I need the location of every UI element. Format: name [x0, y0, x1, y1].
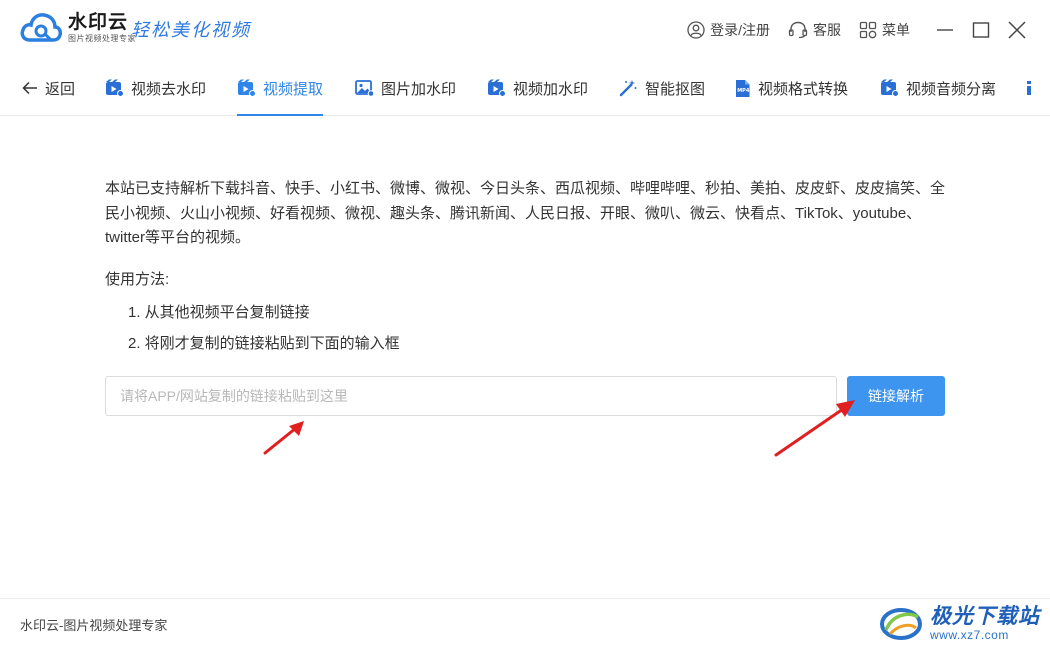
- video-audio-icon: [881, 79, 899, 97]
- usage-step: 1. 从其他视频平台复制链接: [128, 304, 310, 321]
- tab-overflow[interactable]: [1026, 60, 1039, 116]
- magic-wand-icon: [619, 80, 637, 97]
- menu-button[interactable]: 菜单: [859, 20, 910, 40]
- video-clip-icon: [106, 79, 124, 97]
- tab-label: 图片加水印: [381, 80, 457, 98]
- app-subtitle: 图片视频处理专家: [68, 33, 136, 43]
- watermark-url: www.xz7.com: [930, 627, 1009, 642]
- headset-icon: [788, 21, 808, 39]
- tab-video-remove-watermark[interactable]: 视频去水印: [105, 60, 206, 116]
- site-watermark: 极光下载站 www.xz7.com: [878, 599, 1040, 647]
- image-icon: [355, 80, 374, 97]
- footer-text: 水印云-图片视频处理专家: [20, 618, 168, 633]
- title-bar: 水印云 图片视频处理专家 轻松美化视频 登录/注册 客服 菜单: [0, 0, 1050, 60]
- tab-label: 视频去水印: [131, 80, 207, 98]
- video-watermark-icon: [488, 79, 506, 97]
- supported-platforms-text: 本站已支持解析下载抖音、快手、小红书、微博、微视、今日头条、西瓜视频、哔哩哔哩、…: [105, 180, 946, 246]
- arrow-left-icon: [22, 81, 37, 95]
- status-footer: 水印云-图片视频处理专家 极光下载站 www.xz7.com: [0, 598, 1050, 647]
- tab-label: 视频提取: [263, 80, 324, 98]
- tab-video-add-watermark[interactable]: 视频加水印: [487, 60, 588, 116]
- tab-video-extract[interactable]: 视频提取: [237, 60, 324, 116]
- tab-label: 视频加水印: [513, 80, 589, 98]
- title-actions: 登录/注册 客服 菜单: [687, 0, 1050, 60]
- app-slogan: 轻松美化视频: [131, 20, 251, 41]
- tab-smart-cutout[interactable]: 智能抠图: [619, 60, 705, 116]
- user-icon: [687, 21, 705, 39]
- back-label: 返回: [45, 80, 76, 98]
- back-button[interactable]: 返回: [22, 60, 75, 116]
- mp4-file-icon: MP4: [736, 79, 750, 97]
- video-extract-icon: [238, 79, 256, 97]
- login-label: 登录/注册: [710, 22, 770, 38]
- cloud-logo-icon: [20, 13, 62, 42]
- maximize-button[interactable]: [964, 13, 998, 47]
- minimize-button[interactable]: [928, 13, 962, 47]
- grid-menu-icon: [859, 21, 877, 39]
- tab-label: 视频格式转换: [758, 80, 849, 98]
- tab-image-add-watermark[interactable]: 图片加水印: [355, 60, 456, 116]
- parse-link-button[interactable]: 链接解析: [847, 376, 945, 416]
- annotation-arrow-icon: [774, 400, 855, 457]
- service-label: 客服: [813, 22, 841, 38]
- tab-label: 智能抠图: [645, 80, 706, 98]
- usage-title: 使用方法:: [105, 271, 170, 288]
- app-name: 水印云: [68, 11, 129, 33]
- usage-step: 2. 将刚才复制的链接粘贴到下面的输入框: [128, 335, 400, 352]
- minimize-icon: [937, 29, 953, 31]
- maximize-icon: [972, 22, 990, 38]
- app-logo: 水印云 图片视频处理专家: [20, 12, 136, 44]
- more-tools-icon: [1027, 81, 1031, 95]
- tool-nav-bar: 返回 视频去水印 视频提取 图片加水印 视频加水印 智能抠图 MP4 视频格式转…: [0, 60, 1050, 116]
- close-button[interactable]: [1000, 13, 1034, 47]
- tab-label: 视频音频分离: [906, 80, 997, 98]
- aurora-logo-icon: [880, 608, 922, 640]
- login-button[interactable]: 登录/注册: [687, 20, 770, 40]
- svg-text:MP4: MP4: [737, 88, 750, 94]
- close-icon: [1008, 21, 1026, 39]
- service-button[interactable]: 客服: [788, 20, 841, 40]
- menu-label: 菜单: [882, 22, 910, 38]
- tab-video-format-convert[interactable]: MP4 视频格式转换: [734, 60, 848, 116]
- link-input[interactable]: [105, 376, 837, 416]
- tab-video-audio-split[interactable]: 视频音频分离: [880, 60, 996, 116]
- annotation-arrow-icon: [263, 421, 304, 455]
- watermark-name: 极光下载站: [930, 604, 1040, 628]
